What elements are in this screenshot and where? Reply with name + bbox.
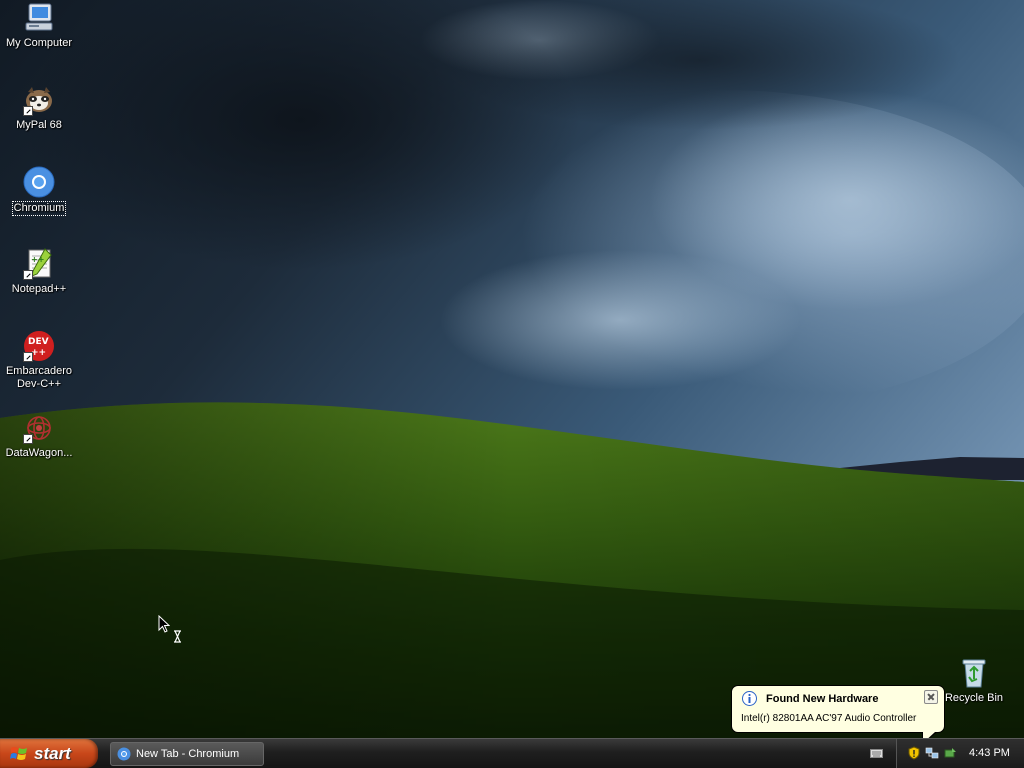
my-computer-icon <box>23 2 55 34</box>
desktop-icon-label: MyPal 68 <box>16 119 62 131</box>
keyboard-icon[interactable] <box>870 747 883 759</box>
desktop-icon-label: Notepad++ <box>11 283 67 295</box>
mypal-icon <box>23 84 55 116</box>
desktop-icon-label: DataWagon... <box>5 447 73 459</box>
mouse-cursor-icon <box>158 615 170 633</box>
desktop-icon-recycle-bin[interactable]: Recycle Bin <box>935 657 1013 705</box>
safely-remove-hardware-icon[interactable] <box>943 746 957 760</box>
desktop-icon-my-computer[interactable]: My Computer <box>0 2 78 50</box>
recycle-bin-icon <box>958 657 990 689</box>
task-button-label: New Tab - Chromium <box>136 748 240 760</box>
desktop-icon-notepad-plus-plus[interactable]: ++ Notepad++ <box>0 248 78 296</box>
svg-text:++: ++ <box>31 255 44 264</box>
info-icon <box>742 691 757 706</box>
start-button[interactable]: start <box>0 739 98 768</box>
shortcut-arrow-icon <box>23 434 33 444</box>
hourglass-icon <box>174 630 181 643</box>
datawagon-icon <box>23 412 55 444</box>
found-new-hardware-balloon[interactable]: Found New Hardware Intel(r) 82801AA AC'9… <box>731 685 945 745</box>
balloon-title: Found New Hardware <box>766 693 879 705</box>
task-button-chromium[interactable]: New Tab - Chromium <box>110 742 264 766</box>
security-shield-icon[interactable] <box>907 746 921 760</box>
clock[interactable]: 4:43 PM <box>969 747 1010 759</box>
shortcut-arrow-icon <box>23 270 33 280</box>
notepad-plus-plus-icon: ++ <box>23 248 55 280</box>
desktop-icon-label: Embarcadero Dev-C++ <box>5 365 73 390</box>
balloon-close-button[interactable] <box>924 690 938 704</box>
system-tray: 4:43 PM <box>896 739 1024 768</box>
start-label: start <box>34 744 71 763</box>
wallpaper <box>0 0 1024 738</box>
desktop-icon-chromium[interactable]: Chromium <box>0 166 78 216</box>
desktop-icon-dev-cpp[interactable]: DEV ++ Embarcadero Dev-C++ <box>0 330 78 391</box>
desktop-icon-label: Recycle Bin <box>944 692 1004 704</box>
chromium-icon <box>23 166 55 198</box>
svg-text:++: ++ <box>31 348 46 358</box>
windows-logo-icon <box>10 747 27 760</box>
svg-text:DEV: DEV <box>28 337 49 347</box>
shortcut-arrow-icon <box>23 352 33 362</box>
desktop-icon-label: My Computer <box>5 37 73 49</box>
balloon-message: Intel(r) 82801AA AC'97 Audio Controller <box>741 713 917 724</box>
desktop-icon-label: Chromium <box>11 201 67 216</box>
taskbar: start New Tab - Chromium 4:43 PM <box>0 738 1024 768</box>
desktop-icon-datawagon[interactable]: DataWagon... <box>0 412 78 460</box>
network-icon[interactable] <box>925 746 939 760</box>
desktop[interactable]: My Computer MyPal 68 Chromium ++ Notepad… <box>0 0 1024 738</box>
desktop-icon-mypal[interactable]: MyPal 68 <box>0 84 78 132</box>
shortcut-arrow-icon <box>23 106 33 116</box>
dev-cpp-icon: DEV ++ <box>23 330 55 362</box>
chromium-icon <box>117 747 131 761</box>
